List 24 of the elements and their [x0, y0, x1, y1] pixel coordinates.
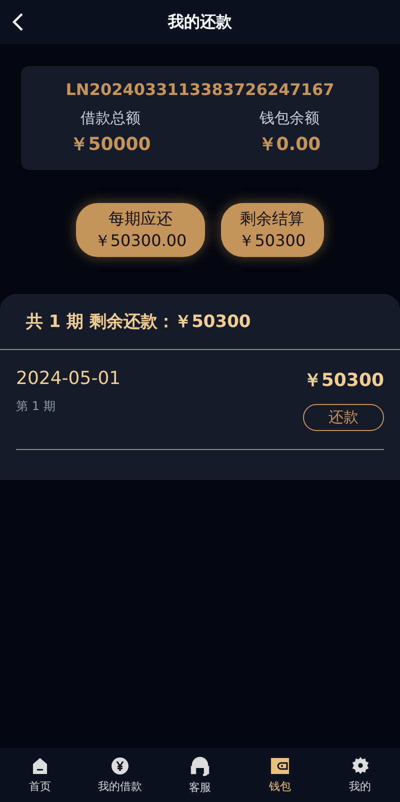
stat-value: ￥50000 — [70, 133, 151, 156]
amount-button[interactable]: 剩余结算 ￥50300 — [220, 203, 324, 257]
nav-tab[interactable]: 客服 — [160, 748, 240, 802]
loan-number: LN2024033113383726247167 — [66, 80, 334, 99]
stat-value: ￥0.00 — [258, 133, 321, 156]
stat-label: 借款总额 — [80, 109, 140, 128]
headset-icon — [190, 756, 210, 776]
stat-label: 钱包余额 — [260, 109, 320, 128]
wallet-icon — [270, 756, 290, 774]
page-title: 我的还款 — [168, 12, 232, 32]
yen-icon — [111, 756, 129, 774]
due-date: 2024-05-01 — [16, 368, 122, 391]
nav-tab[interactable]: 钱包 — [240, 748, 320, 802]
installment-amount: ￥50300 — [303, 369, 384, 392]
home-icon — [31, 756, 49, 774]
repay-button[interactable]: 还款 — [303, 404, 384, 431]
settings-icon — [350, 756, 370, 775]
nav-tab[interactable]: 我的借款 — [80, 748, 160, 802]
nav-tab[interactable]: 我的 — [320, 748, 400, 802]
amount-button[interactable]: 每期应还 ￥50300.00 — [76, 203, 205, 257]
back-icon[interactable] — [12, 12, 24, 32]
repayment-summary: 共 1 期 剩余还款：￥50300 — [0, 294, 400, 350]
nav-tab[interactable]: 首页 — [0, 748, 80, 802]
period-label: 第 1 期 — [16, 398, 56, 415]
